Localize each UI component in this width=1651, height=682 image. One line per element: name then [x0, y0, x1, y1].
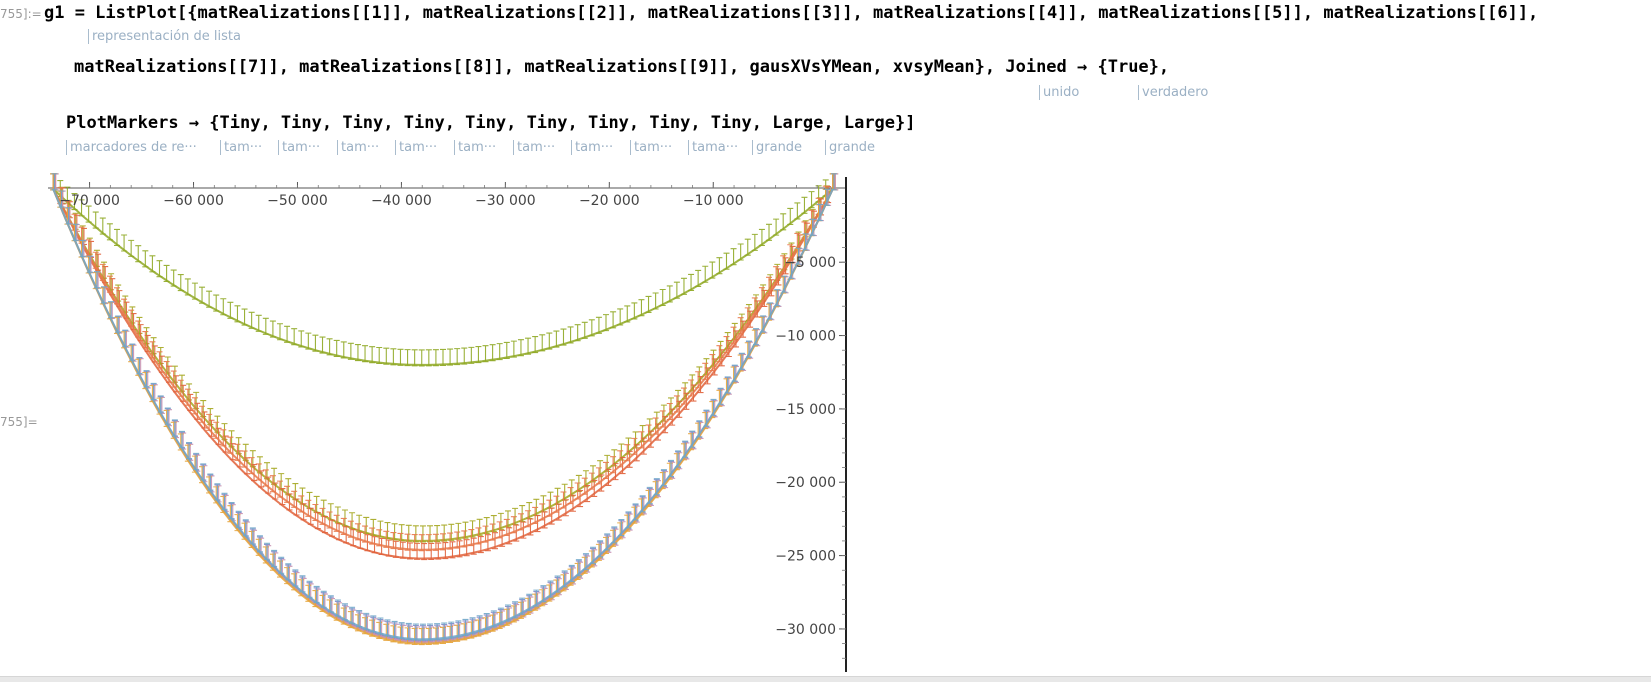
x-tick-label: −60 000	[163, 193, 224, 209]
series-2-marker	[639, 424, 646, 443]
series-1-marker	[383, 347, 390, 365]
series-1-marker	[440, 348, 446, 366]
notebook-bottom-bar	[0, 676, 1651, 682]
series-1-marker	[461, 347, 468, 365]
x-tick-label: −30 000	[475, 193, 536, 209]
series-2-marker	[398, 524, 405, 542]
series-2-marker	[377, 520, 384, 538]
y-tick-label: −15 000	[775, 402, 836, 418]
series-1-marker	[489, 344, 496, 362]
series-1-marker	[496, 343, 503, 361]
series-2-marker	[434, 524, 441, 543]
series-1-marker	[362, 345, 369, 363]
series-2-marker	[710, 349, 717, 367]
x-tick-label: −70 000	[59, 193, 120, 209]
series-2-marker	[632, 431, 639, 449]
series-2-marker	[675, 389, 682, 408]
series-1-marker	[475, 346, 482, 364]
series-1-marker	[369, 346, 376, 364]
listplot-graphic[interactable]: −70 000 −60 000 −50 000 −40 000 −30 000 −20 0…	[0, 0, 1651, 681]
series-2-marker	[653, 411, 660, 429]
series-2-marker	[419, 525, 426, 543]
series-1-marker	[354, 344, 361, 362]
series-2-marker	[391, 523, 398, 541]
series-2-marker	[667, 397, 674, 415]
series-1-marker	[447, 348, 454, 366]
y-tick-label: −5 000	[784, 255, 836, 271]
series-line-8	[52, 188, 834, 641]
plot-curves	[50, 173, 839, 646]
series-1-marker	[454, 348, 461, 366]
series-line-1	[52, 188, 834, 366]
x-tick-label: −40 000	[371, 193, 432, 209]
series-2-marker	[646, 418, 653, 436]
series-2-marker	[660, 404, 667, 422]
series-1-marker	[390, 348, 397, 366]
series-1-marker	[376, 346, 383, 365]
series-2-marker	[363, 516, 370, 535]
series-1-marker	[404, 349, 411, 367]
series-2-marker	[384, 522, 391, 540]
series-2-marker	[427, 525, 434, 543]
x-tick-label: −10 000	[683, 193, 744, 209]
series-1-marker	[482, 345, 489, 363]
series-2-marker	[689, 374, 696, 392]
series-2-marker	[405, 524, 412, 542]
x-tick-label: −20 000	[579, 193, 640, 209]
series-line-5	[52, 188, 834, 642]
series-1-marker	[468, 346, 475, 364]
series-1-marker	[418, 349, 425, 367]
series-1-marker	[411, 349, 418, 367]
series-2-marker	[682, 382, 689, 400]
y-tick-label: −25 000	[775, 549, 836, 565]
series-2-marker	[412, 525, 419, 543]
series-1-marker	[425, 349, 432, 367]
series-8-marker	[51, 173, 58, 191]
series-line-3	[52, 188, 834, 560]
y-tick-label: −10 000	[775, 329, 836, 345]
series-2-marker	[696, 366, 703, 384]
series-2-marker	[441, 524, 448, 542]
y-tick-label: −20 000	[775, 475, 836, 491]
series-2-marker	[703, 358, 710, 376]
y-tick-label: −30 000	[775, 622, 836, 638]
series-1-marker	[432, 349, 439, 367]
series-8-marker	[831, 173, 838, 191]
series-1-marker	[397, 348, 404, 366]
x-tick-label: −50 000	[267, 193, 328, 209]
series-2-marker	[370, 518, 377, 536]
